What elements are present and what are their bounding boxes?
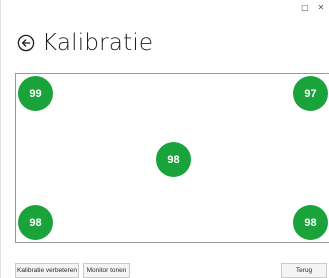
calibration-point-top-left: 99: [18, 76, 53, 111]
back-button[interactable]: Terug: [281, 263, 327, 278]
calibration-point-center: 98: [156, 142, 191, 177]
window-controls: □ ✕: [297, 0, 329, 16]
calibration-window: □ ✕ Kalibratie 99 97 98 98 98 Kalibratie…: [0, 0, 329, 278]
close-button[interactable]: ✕: [313, 0, 329, 16]
calibration-point-top-right: 97: [293, 76, 328, 111]
back-arrow-circle-icon: [17, 34, 35, 52]
calibration-area: 99 97 98 98 98: [15, 73, 329, 243]
calibration-point-bottom-left: 98: [18, 205, 53, 240]
page-header: Kalibratie: [15, 24, 153, 62]
improve-calibration-button[interactable]: Kalibratie verbeteren: [15, 263, 79, 278]
close-icon: ✕: [317, 3, 325, 12]
show-monitor-button[interactable]: Monitor tonen: [83, 263, 130, 278]
maximize-icon: □: [301, 3, 309, 12]
page-title: Kalibratie: [42, 30, 154, 56]
maximize-button[interactable]: □: [297, 0, 313, 16]
back-arrow-button[interactable]: [15, 32, 37, 54]
calibration-point-bottom-right: 98: [293, 205, 328, 240]
